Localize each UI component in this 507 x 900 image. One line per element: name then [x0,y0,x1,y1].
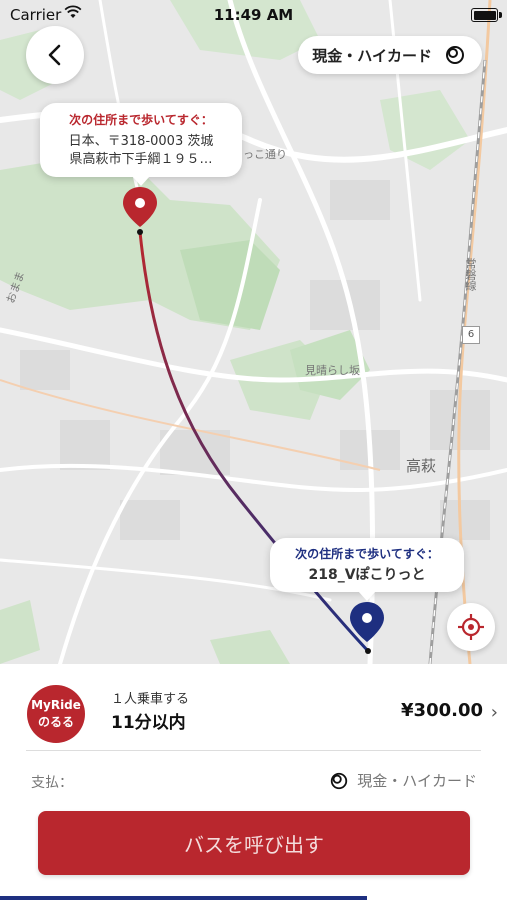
eta-label: 11分以内 [111,713,186,733]
bubble-title: 次の住所まで歩いてすぐ： [69,113,213,127]
end-location-bubble[interactable]: 次の住所まで歩いてすぐ： 218_Vぽこりっと [270,538,464,601]
payment-chip-label: 現金・ハイカード [312,46,432,65]
chevron-right-icon: › [490,702,498,723]
ride-option-row[interactable]: MyRide のるる １人乗車する 11分以内 ¥300.00 › [0,664,507,750]
start-pin-icon[interactable] [121,185,159,229]
payment-label: 支払： [31,775,73,791]
call-bus-button[interactable]: バスを呼び出す [38,811,470,875]
start-location-bubble[interactable]: 次の住所まで歩いてすぐ： 日本、〒318-0003 茨城 県高萩市下手綱１９５… [40,103,242,186]
locate-me-button[interactable] [447,603,495,651]
bubble-address-line1: 日本、〒318-0003 茨城 [68,134,214,149]
ride-panel: MyRide のるる １人乗車する 11分以内 ¥300.00 › 支払： 現金… [0,664,507,900]
divider [26,750,481,751]
bubble-address-line2: 県高萩市下手綱１９５… [69,152,213,167]
map-label-railway: 常磐線 [464,258,477,291]
clock: 11:49 AM [213,6,294,24]
route-shield: 6 [462,326,480,344]
crosshair-icon [458,614,484,640]
payment-method-selector[interactable]: 現金・ハイカード [329,770,477,791]
chevron-left-icon [48,44,61,66]
progress-indicator [0,896,367,900]
end-pin-icon[interactable] [348,600,386,644]
myride-logo: MyRide のるる [27,685,85,743]
payment-method-value: 現金・ハイカード [357,772,477,790]
status-bar: Carrier 11:49 AM [0,0,507,30]
payment-method-chip[interactable]: 現金・ハイカード [298,36,482,74]
battery-icon [471,8,502,22]
passenger-count: １人乗車する [111,692,190,707]
fare-price: ¥300.00 [401,700,483,721]
card-icon [446,46,464,64]
map-label-road: 見晴らし坂 [305,364,360,377]
map-view[interactable]: たっこ通り おまま 見晴らし坂 高萩 6 常磐線 次の住所まで歩いてすぐ： 日本… [0,0,507,664]
back-button[interactable] [26,26,84,84]
map-label-town: 高萩 [406,457,437,475]
bubble-address: 218_Vぽこりっと [308,567,426,583]
bubble-title: 次の住所まで歩いてすぐ： [295,547,439,561]
card-icon [331,772,348,789]
